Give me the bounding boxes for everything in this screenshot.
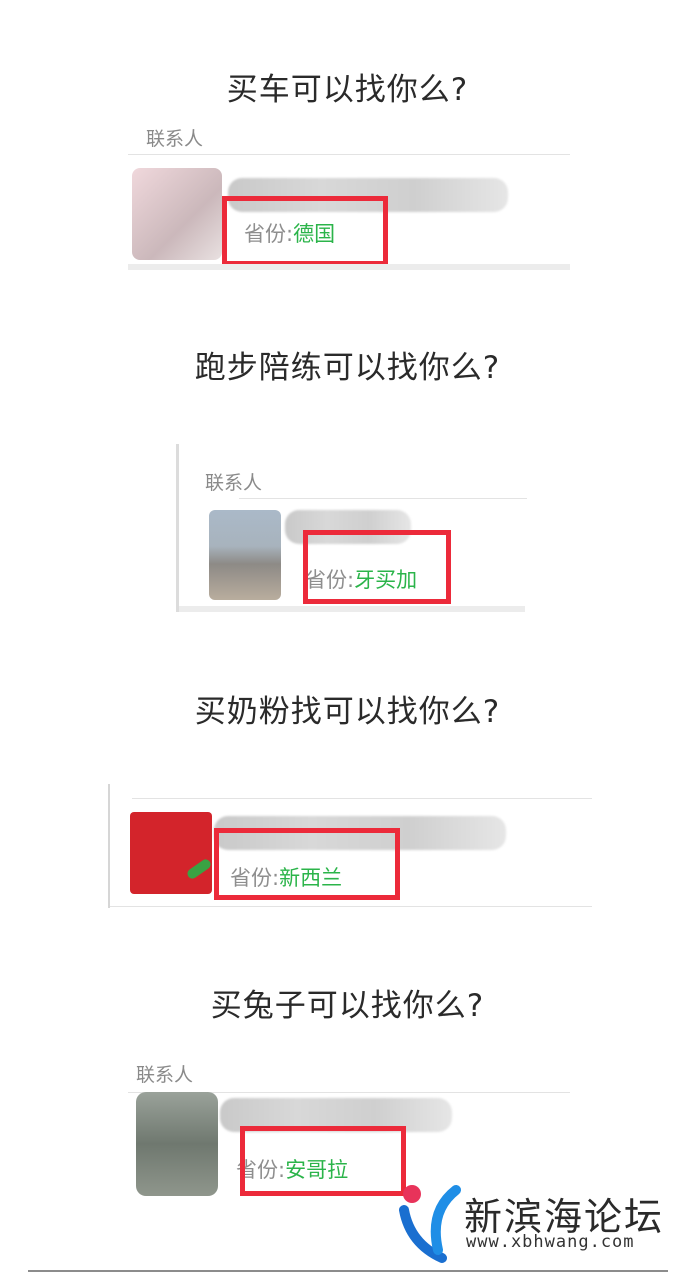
footer-divider — [28, 1270, 668, 1272]
question-4: 买兔子可以找你么? — [210, 988, 485, 1024]
watermark-url: www.xbhwang.com — [466, 1232, 635, 1252]
highlight-box — [303, 530, 451, 604]
avatar — [132, 168, 222, 260]
contact-card-2: 联系人 省份:牙买加 — [176, 444, 527, 612]
watermark: 新滨海论坛 www.xbhwang.com — [398, 1180, 690, 1264]
contact-label: 联系人 — [146, 128, 204, 150]
avatar — [209, 510, 281, 600]
contact-card-3: 省份:新西兰 — [108, 784, 592, 908]
avatar — [130, 812, 212, 894]
avatar — [136, 1092, 218, 1196]
contact-label: 联系人 — [136, 1064, 194, 1086]
question-2: 跑步陪练可以找你么? — [194, 350, 501, 386]
highlight-box — [214, 828, 400, 900]
highlight-box — [222, 196, 388, 266]
question-1: 买车可以找你么? — [226, 72, 469, 108]
question-3: 买奶粉找可以找你么? — [194, 694, 501, 730]
highlight-box — [240, 1126, 406, 1196]
contact-label: 联系人 — [205, 472, 263, 494]
xinbinhai-logo-icon — [399, 1185, 461, 1263]
contact-card-1: 联系人 省份:德国 — [128, 118, 570, 270]
